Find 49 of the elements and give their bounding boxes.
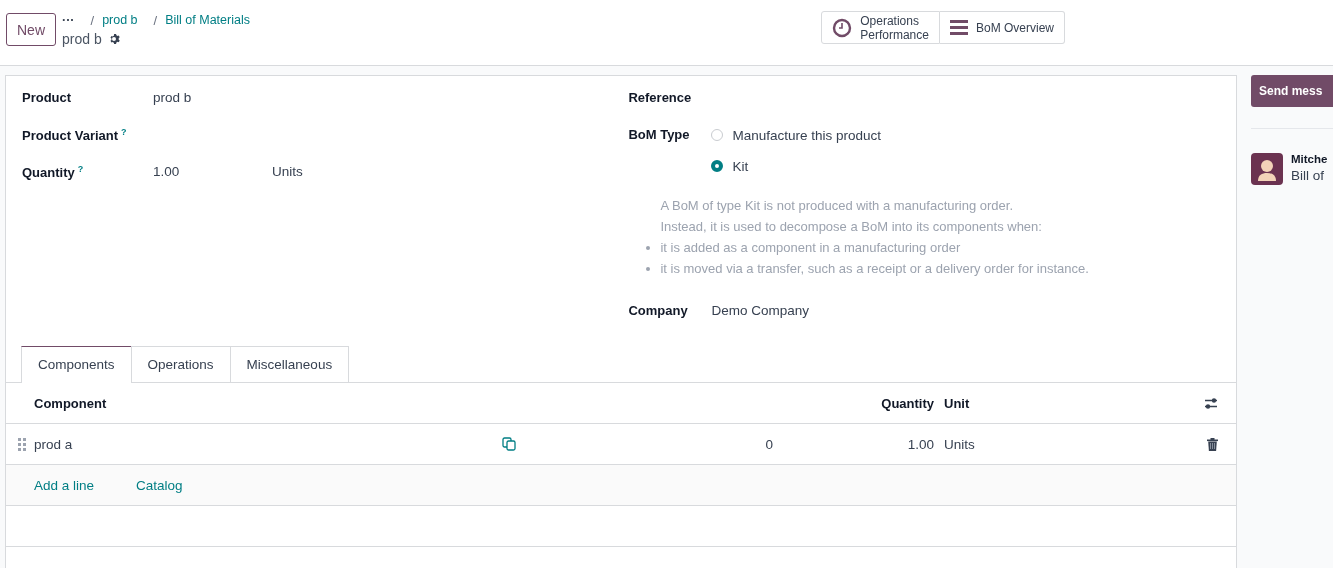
- column-header[interactable]: Unit: [944, 395, 970, 411]
- field-value[interactable]: prod b: [153, 90, 272, 105]
- add-link[interactable]: Catalog: [136, 477, 183, 493]
- action-button[interactable]: BoM Overview: [939, 11, 1065, 44]
- table-cell: 1.00: [907, 436, 934, 452]
- send-message-button[interactable]: Send mess: [1251, 75, 1333, 107]
- field-value[interactable]: Demo Company: [711, 303, 809, 318]
- radio-button[interactable]: [711, 160, 724, 172]
- field-value[interactable]: 1.00: [153, 164, 272, 179]
- field-label: Quantity $^{?}$: [22, 164, 85, 181]
- tab[interactable]: Components: [21, 346, 132, 383]
- breadcrumb-link[interactable]: prod b: [102, 13, 138, 27]
- help-text: it is moved via a transfer, such as a receipt or a delivery order for instance.: [660, 260, 1089, 278]
- more-breadcrumb[interactable]: ···: [62, 13, 75, 27]
- field-label: BoM Type: [628, 127, 691, 142]
- clock-icon: [832, 17, 853, 38]
- breadcrumb-separator: /: [90, 12, 95, 28]
- trash-icon[interactable]: [1207, 437, 1218, 451]
- add-link[interactable]: Add a line: [34, 477, 95, 493]
- column-settings-icon[interactable]: [1204, 396, 1218, 410]
- breadcrumb-separator: /: [153, 12, 158, 28]
- field-label: Reference: [628, 90, 693, 105]
- field-label: Company: [628, 303, 689, 318]
- copy-icon[interactable]: [502, 437, 516, 451]
- menu-icon: [949, 20, 968, 35]
- help-text: Instead, it is used to decompose a BoM into its components when:: [660, 218, 1043, 236]
- column-header[interactable]: Quantity: [881, 395, 934, 411]
- record-title: prod b: [62, 31, 102, 47]
- drag-handle-icon[interactable]: [18, 437, 26, 451]
- breadcrumb-link[interactable]: Bill of Materials: [165, 13, 250, 27]
- avatar: [1251, 153, 1283, 185]
- field-label: Product Variant $^{?}$: [22, 127, 128, 144]
- message-text: Bill of: [1291, 168, 1325, 183]
- table-cell: 0: [765, 436, 773, 452]
- tab[interactable]: Miscellaneous: [229, 346, 350, 382]
- new-button[interactable]: New: [6, 13, 56, 46]
- unit-value[interactable]: Units: [272, 164, 303, 179]
- message-author: Mitche: [1291, 153, 1328, 165]
- field-label: Product: [22, 90, 73, 105]
- radio-label[interactable]: Manufacture this product: [732, 127, 881, 143]
- radio-label[interactable]: Kit: [732, 158, 749, 174]
- help-text: A BoM of type Kit is not produced with a manufacturing order.: [660, 197, 1015, 215]
- bullet-icon: [646, 245, 651, 250]
- help-text: it is added as a component in a manufacturing order: [660, 239, 961, 257]
- table-cell: prod a: [34, 436, 73, 452]
- action-button[interactable]: Operations Performance: [821, 11, 940, 44]
- bullet-icon: [646, 266, 651, 271]
- table-cell: Units: [944, 436, 975, 452]
- column-header[interactable]: Component: [34, 395, 107, 411]
